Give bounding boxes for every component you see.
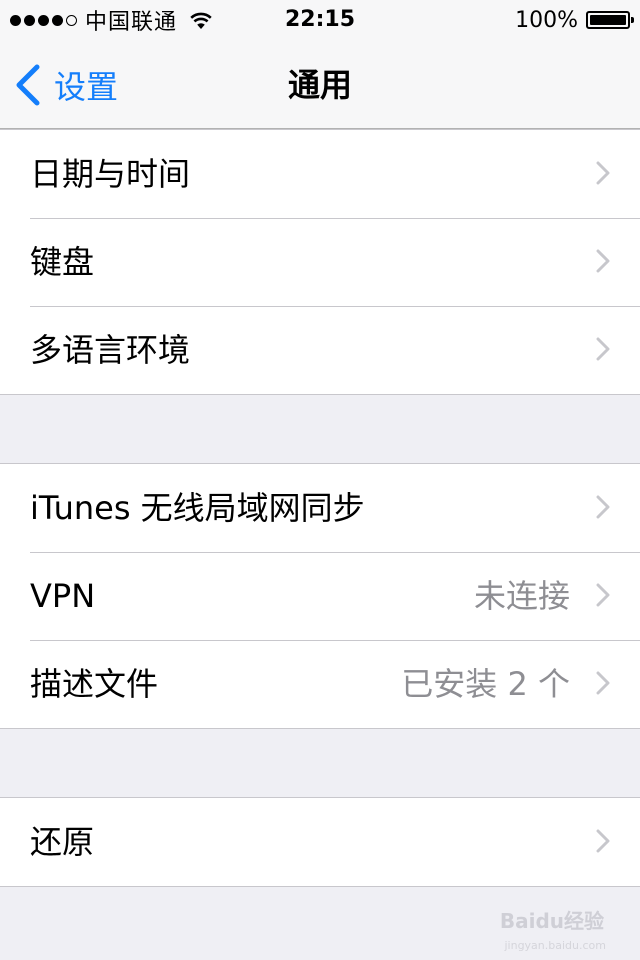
row-label: 键盘: [30, 243, 95, 281]
chevron-right-icon: [596, 161, 610, 185]
row-label: iTunes 无线局域网同步: [30, 489, 365, 527]
row-label: 多语言环境: [30, 331, 191, 369]
row-itunes-wifi-sync[interactable]: iTunes 无线局域网同步: [0, 464, 640, 552]
settings-group-3: 还原: [0, 797, 640, 887]
chevron-right-icon: [596, 583, 610, 607]
battery-icon: [586, 11, 634, 29]
row-profiles[interactable]: 描述文件 已安装 2 个: [0, 640, 640, 728]
watermark-url: jingyan.baidu.com: [504, 939, 606, 952]
row-vpn[interactable]: VPN 未连接: [0, 552, 640, 640]
row-label: 还原: [30, 823, 95, 861]
row-reset[interactable]: 还原: [0, 798, 640, 886]
row-label: 描述文件: [30, 665, 159, 703]
chevron-right-icon: [596, 671, 610, 695]
chevron-right-icon: [596, 829, 610, 853]
watermark: Baidu经验: [499, 909, 604, 933]
status-bar: 中国联通 22:15 100%: [0, 0, 640, 40]
row-label: 日期与时间: [30, 155, 191, 193]
chevron-right-icon: [596, 249, 610, 273]
battery-percentage: 100%: [515, 7, 578, 33]
page-title: 通用: [287, 66, 352, 104]
row-label: VPN: [30, 577, 96, 615]
row-date-time[interactable]: 日期与时间: [0, 130, 640, 218]
status-right: 100%: [515, 6, 634, 34]
row-keyboard[interactable]: 键盘: [0, 218, 640, 306]
navigation-bar: 设置 通用: [0, 40, 640, 130]
chevron-right-icon: [596, 495, 610, 519]
chevron-right-icon: [596, 337, 610, 361]
settings-group-1: 日期与时间 键盘 多语言环境: [0, 129, 640, 395]
row-language-region[interactable]: 多语言环境: [0, 306, 640, 394]
row-detail: 已安装 2 个: [401, 665, 570, 703]
row-detail: 未连接: [473, 577, 570, 615]
settings-group-2: iTunes 无线局域网同步 VPN 未连接 描述文件 已安装 2 个: [0, 463, 640, 729]
